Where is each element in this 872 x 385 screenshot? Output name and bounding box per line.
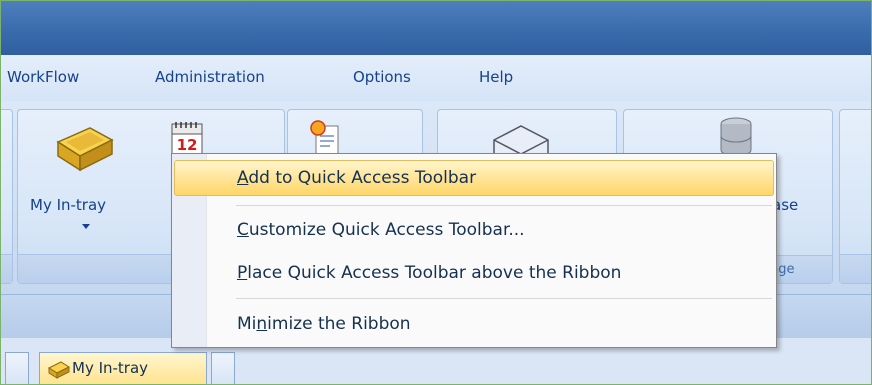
menu-item-add-to-qat[interactable]: Add to Quick Access Toolbar xyxy=(174,160,774,196)
menu-item-label: ustomize Quick Access Toolbar... xyxy=(248,220,525,240)
menu-administration[interactable]: Administration xyxy=(155,68,265,86)
tab-my-intray-label: My In-tray xyxy=(72,359,149,377)
menu-item-label-prefix: Mi xyxy=(237,314,257,334)
tab-my-intray[interactable]: My In-tray xyxy=(39,352,207,384)
menu-item-mnemonic: C xyxy=(237,220,249,240)
ribbon-group-caption xyxy=(1,254,12,283)
title-bar xyxy=(1,1,871,55)
menu-item-customize-qat[interactable]: Customize Quick Access Toolbar... xyxy=(174,212,774,248)
quick-access-context-menu: Add to Quick Access Toolbar Customize Qu… xyxy=(171,153,777,348)
my-intray-button-label[interactable]: My In-tray xyxy=(30,196,106,214)
ribbon-group-caption xyxy=(840,254,871,283)
menu-item-mnemonic: P xyxy=(237,263,248,283)
chevron-down-icon[interactable] xyxy=(82,224,90,229)
tab-previous[interactable] xyxy=(5,352,29,384)
menu-separator xyxy=(236,205,772,206)
app-window: WorkFlow Administration Options Help My … xyxy=(0,0,872,385)
menu-help[interactable]: Help xyxy=(479,68,513,86)
ribbon-group-partial-right xyxy=(839,109,871,284)
calendar-day: 12 xyxy=(177,136,198,154)
calendar-icon[interactable]: 12 xyxy=(168,118,208,158)
menu-item-label: lace Quick Access Toolbar above the Ribb… xyxy=(247,263,622,283)
menu-item-label: dd to Quick Access Toolbar xyxy=(248,168,477,188)
in-tray-small-icon xyxy=(48,361,70,379)
menu-options[interactable]: Options xyxy=(353,68,411,86)
menu-item-mnemonic: A xyxy=(237,168,249,188)
menu-workflow[interactable]: WorkFlow xyxy=(7,68,79,86)
menu-item-label: imize the Ribbon xyxy=(267,314,411,334)
menu-item-mnemonic: n xyxy=(256,314,268,334)
menu-bar: WorkFlow Administration Options Help xyxy=(1,55,871,101)
in-tray-icon[interactable] xyxy=(52,124,116,176)
menu-item-minimize-ribbon[interactable]: Minimize the Ribbon xyxy=(174,306,774,342)
menu-item-place-qat-above[interactable]: Place Quick Access Toolbar above the Rib… xyxy=(174,255,774,291)
ribbon-group-partial-left xyxy=(1,109,13,284)
tab-next[interactable] xyxy=(211,352,235,384)
menu-separator xyxy=(236,298,772,299)
